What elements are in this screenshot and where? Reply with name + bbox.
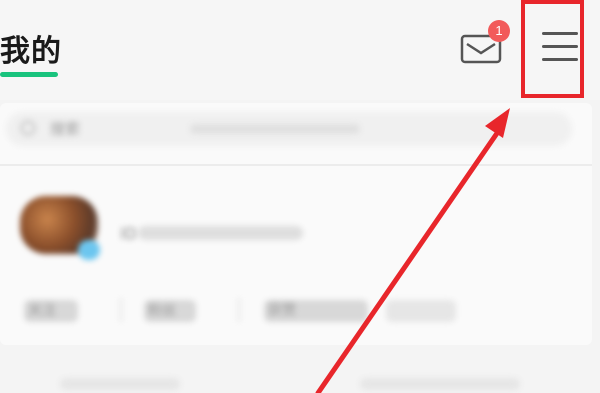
stat-label-followers: 粉丝 xyxy=(148,303,176,319)
divider xyxy=(120,298,122,322)
bottom-item xyxy=(60,378,180,390)
stat-label-likes: 获赞 xyxy=(268,303,296,319)
menu-highlight-box xyxy=(521,0,584,98)
user-id-value xyxy=(138,226,303,240)
header xyxy=(0,0,600,100)
search-hint-bar xyxy=(190,124,360,134)
divider xyxy=(238,298,240,322)
search-icon xyxy=(20,120,36,136)
stat-extra xyxy=(386,300,456,322)
search-placeholder: 搜索 xyxy=(50,120,81,138)
page-title: 我的 xyxy=(0,34,62,69)
mail-unread-badge: 1 xyxy=(488,20,510,42)
user-id-label: ID xyxy=(120,224,138,243)
avatar-badge xyxy=(78,240,100,260)
active-tab-underline xyxy=(0,72,58,77)
bottom-item xyxy=(360,378,520,390)
divider xyxy=(0,164,592,166)
stat-label-following: 关注 xyxy=(28,303,56,319)
